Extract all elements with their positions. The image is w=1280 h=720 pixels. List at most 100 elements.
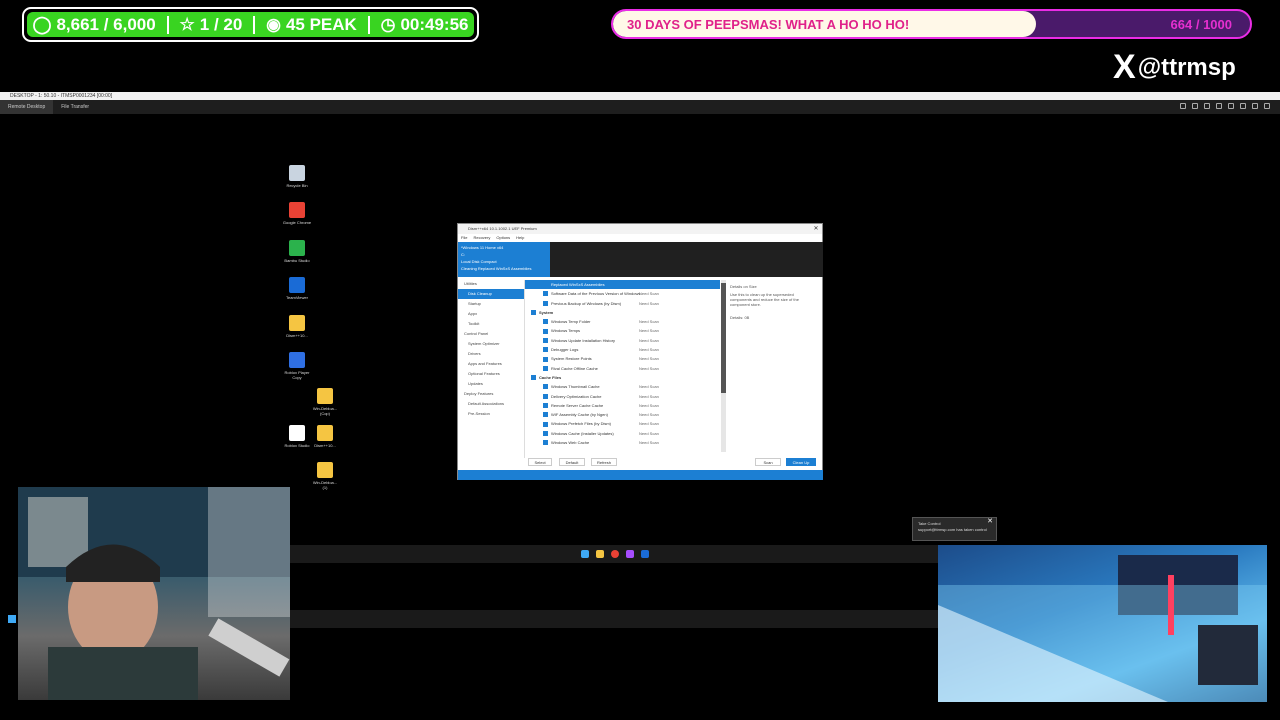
desktop-icon-label: Dism++10... (286, 333, 308, 338)
scan-button[interactable]: Scan (755, 458, 781, 466)
checkbox[interactable] (543, 384, 548, 390)
desktop-icon-4[interactable]: Dism++10... (282, 315, 312, 338)
checkbox[interactable] (543, 337, 548, 343)
cleanup-row[interactable]: Windows Thumbnail Cache Need Scan (525, 382, 720, 391)
desktop-icon-6[interactable]: Win-Debloa... (Cop) (310, 388, 340, 416)
checkbox[interactable] (543, 412, 548, 418)
session-os: *Windows 11 Home x64 (461, 245, 504, 250)
row-label: Replaced WinSxS Assemblies (551, 282, 605, 287)
chrome-icon[interactable] (611, 550, 619, 558)
nav-item[interactable]: Drivers (458, 349, 524, 359)
menu-options[interactable]: Options (496, 234, 510, 241)
file-explorer-icon[interactable] (596, 550, 604, 558)
screenshot-icon[interactable] (1240, 103, 1246, 109)
checkbox[interactable] (543, 403, 548, 408)
close-icon[interactable]: ✕ (987, 518, 993, 525)
windows-start-icon[interactable] (8, 615, 16, 623)
checkbox[interactable] (543, 421, 548, 427)
checkbox[interactable] (543, 393, 548, 399)
desktop-icon-3[interactable]: TeamViewer (282, 277, 312, 300)
desktop-icon-1[interactable]: Google Chrome (282, 202, 312, 225)
nav-item[interactable]: Apps and Features (458, 359, 524, 369)
group-row[interactable]: Cache Files (525, 373, 720, 382)
cleanup-row[interactable]: Windows Web Cache Need Scan (525, 438, 720, 447)
nav-item[interactable]: Updates (458, 379, 524, 389)
close-icon[interactable]: ✕ (810, 224, 822, 234)
teamviewer-icon[interactable] (641, 550, 649, 558)
cleanup-row[interactable]: Windows Temps Need Scan (525, 326, 720, 335)
chat-icon[interactable] (1216, 103, 1222, 109)
cleanup-row[interactable]: Windows Update Installation History Need … (525, 336, 720, 345)
row-status: Need Scan (639, 291, 659, 297)
uptime-stat: ◷ 00:49:56 (381, 15, 469, 35)
cleanup-row[interactable]: System Restore Points Need Scan (525, 354, 720, 363)
cleanup-row[interactable]: Windows Prefetch Files (by Dism) Need Sca… (525, 419, 720, 428)
row-label: Windows Prefetch Files (by Dism) (551, 421, 612, 427)
cleanup-button[interactable]: Clean Up (786, 458, 816, 466)
menu-help[interactable]: Help (516, 234, 524, 241)
checkbox[interactable] (543, 356, 548, 362)
checkbox[interactable] (531, 310, 536, 316)
desktop-icon-2[interactable]: Bambu Studio (282, 240, 312, 263)
menu-recovery[interactable]: Recovery (473, 234, 490, 241)
checkbox[interactable] (543, 347, 548, 353)
checkbox[interactable] (543, 319, 548, 325)
nav-item[interactable]: Utilities (458, 279, 524, 289)
tab-remote-desktop[interactable]: Remote Desktop (0, 100, 54, 114)
session-task: Cleaning Replaced WinSxS Assemblies (461, 266, 532, 271)
checkbox[interactable] (543, 282, 548, 288)
nav-item[interactable]: Control Panel (458, 329, 524, 339)
nav-item[interactable]: Deploy Features (458, 389, 524, 399)
app-icon[interactable] (626, 550, 634, 558)
row-status: Need Scan (639, 319, 659, 325)
nav-item[interactable]: Pre-Session (458, 409, 524, 419)
desktop-icon-7[interactable]: Roblox Studio (282, 425, 312, 448)
cleanup-row[interactable]: Previous Backup of Windows (by Dism) Need… (525, 299, 720, 308)
cleanup-row[interactable]: Windows Cache (Installer Updates) Need Sc… (525, 429, 720, 438)
desktop-icon-5[interactable]: Roblox Player Copy (282, 352, 312, 380)
recycle-bin-icon (289, 165, 305, 181)
nav-item[interactable]: Appx (458, 309, 524, 319)
tab-file-transfer[interactable]: File Transfer (53, 100, 97, 114)
nav-item[interactable]: Disk Cleanup (458, 289, 524, 299)
cleanup-row[interactable]: WIF Assembly Cache (by Ngen) Need Scan (525, 410, 720, 419)
checkbox[interactable] (543, 328, 548, 334)
list-scrollbar[interactable] (721, 280, 726, 452)
desktop-icon-0[interactable]: Recycle Bin (282, 165, 312, 188)
pen-icon[interactable] (1204, 103, 1210, 109)
keyboard-icon[interactable] (1228, 103, 1234, 109)
nav-item[interactable]: Toolkit (458, 319, 524, 329)
nav-item[interactable]: Default Associations (458, 399, 524, 409)
row-label: Remote Server Cache Cache (551, 402, 604, 408)
cleanup-row[interactable]: Software Data of the Previous Version of… (525, 289, 720, 298)
cleanup-row[interactable]: Replaced WinSxS Assemblies (525, 280, 720, 290)
refresh-button[interactable]: Refresh (591, 458, 617, 466)
group-row[interactable]: System (525, 308, 720, 317)
menu-file[interactable]: File (461, 234, 467, 241)
checkbox[interactable] (531, 375, 536, 381)
nav-item[interactable]: Startup (458, 299, 524, 309)
checkbox[interactable] (543, 365, 548, 371)
checkbox[interactable] (543, 291, 548, 297)
checkbox[interactable] (543, 300, 548, 306)
nav-item[interactable]: Optional Features (458, 369, 524, 379)
checkbox[interactable] (543, 440, 548, 446)
session-panel[interactable]: *Windows 11 Home x64 C: Local Disk Compa… (458, 242, 550, 277)
desktop-icon-9[interactable]: Win-Debloa... (1) (310, 462, 340, 490)
checkbox[interactable] (543, 430, 548, 436)
fullscreen-icon[interactable] (1252, 103, 1258, 109)
default-button[interactable]: Default (559, 458, 585, 466)
cleanup-row[interactable]: Rival Cache Offline Cache Need Scan (525, 364, 720, 373)
cleanup-row[interactable]: Windows Temp Folder Need Scan (525, 317, 720, 326)
settings-icon[interactable] (1180, 103, 1186, 109)
select-button[interactable]: Select (528, 458, 552, 466)
cleanup-row[interactable]: Remote Server Cache Cache Need Scan (525, 401, 720, 410)
monitor-icon[interactable] (1192, 103, 1198, 109)
cleanup-row[interactable]: Delivery Optimization Cache Need Scan (525, 392, 720, 401)
scroll-thumb[interactable] (721, 283, 726, 393)
start-icon[interactable] (581, 550, 589, 558)
disconnect-icon[interactable] (1264, 103, 1270, 109)
desktop-icon-8[interactable]: Dism++10... (310, 425, 340, 448)
nav-item[interactable]: System Optimizer (458, 339, 524, 349)
cleanup-row[interactable]: Debugger Logs Need Scan (525, 345, 720, 354)
